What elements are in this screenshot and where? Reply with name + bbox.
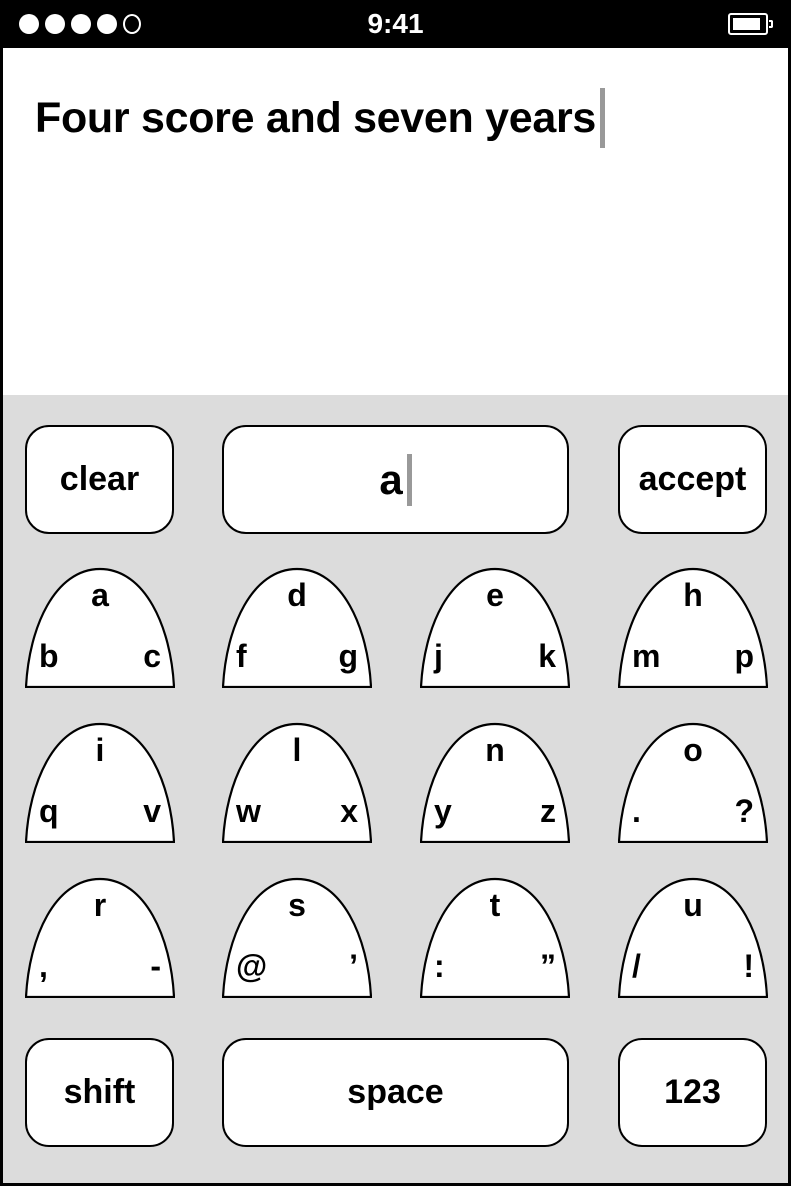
- key-primary-char: s: [288, 887, 306, 923]
- letter-key[interactable]: o.?: [618, 722, 768, 843]
- letter-key[interactable]: t: ”: [420, 877, 570, 998]
- accept-button[interactable]: accept: [618, 425, 767, 534]
- key-primary-char: a: [91, 577, 109, 613]
- letter-key[interactable]: hm p: [618, 567, 768, 688]
- key-right-char: z: [540, 793, 556, 829]
- key-left-char: b: [39, 638, 59, 674]
- key-right-char: p: [734, 638, 754, 674]
- key-left-char: w: [236, 793, 261, 829]
- space-button[interactable]: space: [222, 1038, 569, 1147]
- key-right-char: x: [340, 793, 358, 829]
- key-right-char: ’: [349, 948, 358, 984]
- space-button-label: space: [347, 1073, 444, 1111]
- key-primary-char: e: [486, 577, 504, 613]
- entry-field[interactable]: a: [222, 425, 569, 534]
- key-primary-char: d: [287, 577, 307, 613]
- document-text-area[interactable]: Four score and seven years: [3, 48, 788, 395]
- numbers-button-label: 123: [664, 1073, 721, 1111]
- key-primary-char: n: [485, 732, 505, 768]
- key-right-char: !: [743, 948, 754, 984]
- clear-button[interactable]: clear: [25, 425, 174, 534]
- shift-button-label: shift: [63, 1073, 136, 1111]
- entry-caret: [406, 453, 412, 506]
- key-primary-char: l: [292, 732, 302, 768]
- key-right-char: ?: [734, 793, 754, 829]
- key-left-char: m: [632, 638, 661, 674]
- text-caret: [600, 88, 606, 148]
- letter-key[interactable]: ny z: [420, 722, 570, 843]
- key-primary-char: t: [489, 887, 501, 923]
- accept-button-label: accept: [638, 460, 747, 498]
- key-right-char: g: [338, 638, 358, 674]
- key-left-char: f: [236, 638, 247, 674]
- key-left-char: @: [236, 948, 268, 984]
- letter-key[interactable]: d f g: [222, 567, 372, 688]
- key-primary-char: i: [95, 732, 105, 768]
- key-left-char: .: [632, 793, 641, 829]
- letter-key[interactable]: s @ ’: [222, 877, 372, 998]
- key-primary-char: r: [93, 887, 107, 923]
- key-left-char: j: [434, 638, 443, 674]
- numbers-button[interactable]: 123: [618, 1038, 767, 1147]
- shift-button[interactable]: shift: [25, 1038, 174, 1147]
- key-right-char: ”: [540, 948, 556, 984]
- key-primary-char: h: [683, 577, 703, 613]
- key-right-char: k: [538, 638, 556, 674]
- key-left-char: ,: [39, 948, 48, 984]
- letter-key[interactable]: r, -: [25, 877, 175, 998]
- key-left-char: :: [434, 948, 445, 984]
- key-right-char: -: [150, 948, 161, 984]
- keyboard: clear a accept a b c d f g e j k h m p i q v l w x n y z o.? r…: [3, 395, 788, 1183]
- letter-key[interactable]: u /!: [618, 877, 768, 998]
- letter-key[interactable]: lw x: [222, 722, 372, 843]
- status-bar: 9:41: [0, 0, 791, 48]
- letter-key[interactable]: iq v: [25, 722, 175, 843]
- key-left-char: y: [434, 793, 452, 829]
- entry-value: a: [379, 455, 403, 503]
- document-text: Four score and seven years: [35, 93, 597, 142]
- letter-key[interactable]: ab c: [25, 567, 175, 688]
- clear-button-label: clear: [59, 460, 140, 498]
- status-time: 9:41: [367, 8, 424, 39]
- key-primary-char: u: [683, 887, 703, 923]
- key-primary-char: o: [683, 732, 703, 768]
- key-left-char: q: [39, 793, 59, 829]
- letter-key[interactable]: e j k: [420, 567, 570, 688]
- key-right-char: v: [143, 793, 161, 829]
- key-right-char: c: [143, 638, 161, 674]
- document-text-line: Four score and seven years: [35, 88, 606, 148]
- key-left-char: /: [632, 948, 641, 984]
- battery-icon: [728, 13, 773, 35]
